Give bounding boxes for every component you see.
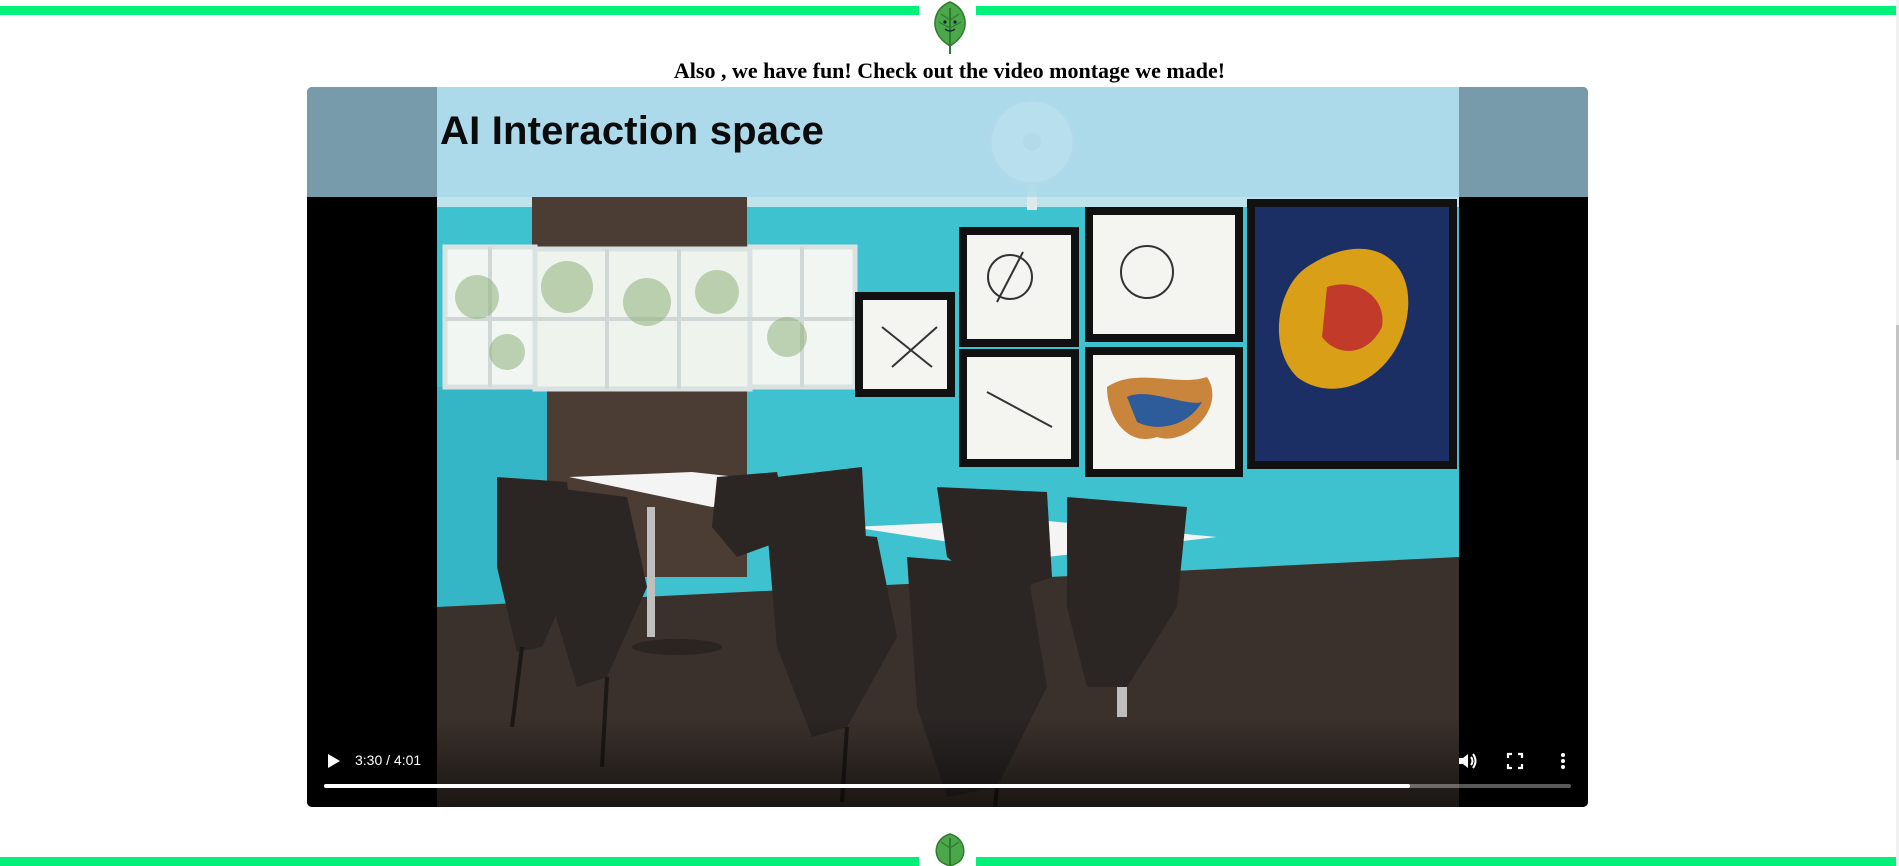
progress-bar[interactable] — [324, 784, 1571, 788]
video-player[interactable]: AI Interaction space 3:30 / 4:01 — [307, 87, 1588, 807]
top-divider-left — [0, 6, 919, 15]
controls-shade — [307, 717, 1588, 807]
video-overlay-title: AI Interaction space — [440, 109, 825, 153]
volume-icon[interactable] — [1453, 747, 1481, 775]
time-display: 3:30 / 4:01 — [355, 752, 422, 768]
section-heading: Also , we have fun! Check out the video … — [673, 58, 1226, 83]
more-options-icon[interactable] — [1549, 747, 1577, 775]
bottom-divider-left — [0, 857, 919, 866]
fullscreen-icon[interactable] — [1501, 747, 1529, 775]
play-icon[interactable] — [319, 747, 347, 775]
leaf-icon — [935, 833, 965, 866]
progress-fill — [324, 784, 1411, 788]
leaf-icon — [934, 1, 966, 54]
top-divider-right — [976, 6, 1899, 15]
bottom-divider-right — [976, 857, 1899, 866]
